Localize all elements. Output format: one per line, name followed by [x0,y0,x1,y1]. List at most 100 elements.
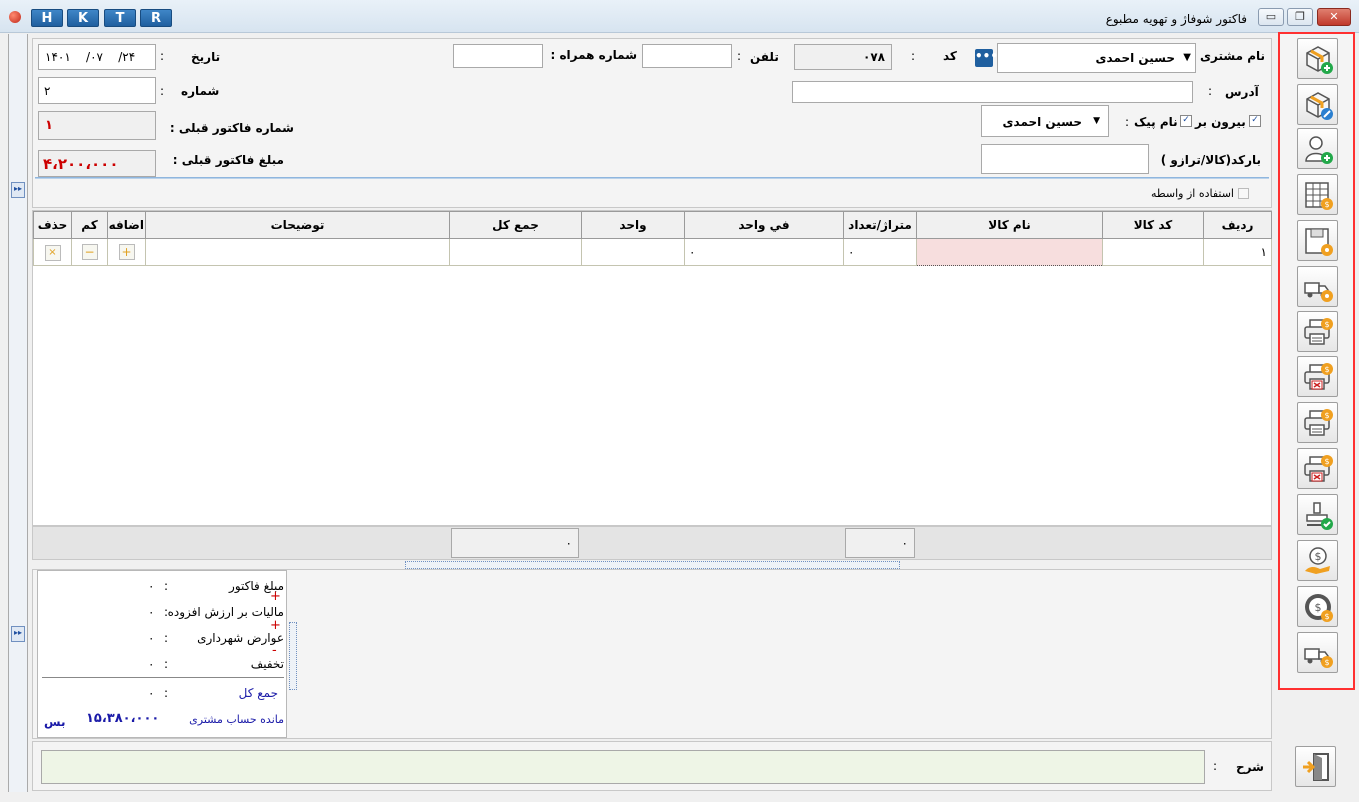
address-input[interactable] [792,81,1193,103]
intermediary-checkbox[interactable] [1238,188,1249,199]
balance-value: ۱۵،۳۸۰،۰۰۰ [86,711,160,726]
cell-unit-price[interactable]: ۰ [684,238,844,266]
description-input[interactable] [41,750,1205,784]
cell-row-no[interactable]: ۱ [1203,238,1272,266]
col-header-unit-price[interactable]: في واحد [684,211,844,239]
plus-icon[interactable]: + [118,244,135,260]
title-bar: H K T R فاکتور شوفاژ و تهویه مطبوع ▭ ❐ ✕ [0,0,1359,33]
grid-header-row: ردیف کد کالا نام کالا متراژ/تعداد في واح… [33,211,1272,239]
grand-total-value: ۰ [148,686,155,700]
mobile-input[interactable] [453,44,543,68]
col-header-delete[interactable]: حذف [33,211,72,239]
shortcut-h-button[interactable]: H [31,9,63,27]
maximize-button[interactable]: ❐ [1287,8,1313,26]
cell-minus: − [71,238,108,266]
summary-splitter[interactable] [289,622,297,690]
stamp-approve-button[interactable] [1297,494,1338,535]
intermediary-label: استفاده از واسطه [1150,187,1234,200]
print-invoice-alt-icon: $ [1304,409,1333,436]
col-header-row-no[interactable]: ردیف [1203,211,1272,239]
print-invoice-button[interactable]: $ [1297,311,1338,352]
print-cancel-icon: $ [1304,363,1333,390]
horizontal-splitter[interactable] [405,561,900,569]
barcode-label: بارکد(کالا/ترازو ) [1160,153,1261,167]
delete-x-icon[interactable]: × [44,244,61,261]
header-divider [35,177,1269,179]
edit-invoice-button[interactable] [1297,84,1338,125]
number-input[interactable]: ۲ [38,77,156,104]
footer-qty-field: ۰ [845,528,915,558]
new-invoice-button[interactable] [1297,38,1338,79]
courier-payment-button[interactable]: $ [1297,632,1338,673]
table-row[interactable]: ۱ ۰ ۰ + − × [33,238,1272,266]
splitter-grip-icon[interactable]: ▸▸ [11,182,25,198]
window-title: فاکتور شوفاژ و تهویه مطبوع [1105,12,1247,26]
municipal-label: عوارض شهرداری [197,631,284,645]
summary-invoice-amount: مبلغ فاکتور : ۰ [44,579,284,597]
barcode-input[interactable] [981,144,1149,174]
cell-desc[interactable] [145,238,450,266]
print-cancel-button[interactable]: $ [1297,356,1338,397]
grid-footer: ۰ ۰ [32,526,1272,560]
minimize-button[interactable]: ▭ [1258,8,1284,26]
invoice-list-button[interactable]: $ [1297,174,1338,215]
svg-text:$: $ [1324,365,1329,374]
cell-name[interactable] [916,238,1103,266]
summary-balance: مانده حساب مشتری ۱۵،۳۸۰،۰۰۰ بس [44,711,284,731]
app-icon [9,11,21,23]
phone-input[interactable] [642,44,732,68]
summary-divider [42,677,284,678]
col-header-code[interactable]: کد کالا [1102,211,1204,239]
shortcut-r-button[interactable]: R [140,9,172,27]
col-header-total[interactable]: جمع کل [449,211,582,239]
discount-label: تخفیف [250,657,284,671]
description-label: شرح [1236,760,1264,774]
footer-total-value: ۰ [565,536,572,550]
cell-unit[interactable] [581,238,685,266]
balance-status: بس [44,715,66,729]
phone-label: تلفن [750,50,779,64]
add-customer-button[interactable] [1297,128,1338,169]
invoice-list-icon: $ [1305,182,1333,210]
chevron-down-icon: ▼ [1093,116,1100,126]
minus-icon[interactable]: − [81,244,98,260]
prev-invoice-no-value: ۱ [45,118,53,133]
cell-qty[interactable]: ۰ [843,238,917,266]
summary-vat: مالیات بر ارزش افزوده : ۰ [44,605,284,623]
save-preview-button[interactable] [1297,220,1338,261]
customer-lookup-button[interactable]: ••• [975,49,998,67]
col-header-desc[interactable]: توضیحات [145,211,450,239]
col-header-name[interactable]: نام کالا [916,211,1103,239]
shortcut-t-button[interactable]: T [104,9,136,27]
courier-preview-button[interactable] [1297,266,1338,307]
splitter-grip-icon[interactable]: ▸▸ [11,626,25,642]
svg-text:$: $ [1324,612,1329,621]
cell-code[interactable] [1102,238,1204,266]
date-input[interactable]: ۱۴۰۱ /۰۷ /۲۴ [38,44,156,70]
close-button[interactable]: ✕ [1317,8,1351,26]
cell-total[interactable] [449,238,582,266]
number-label: شماره [181,84,220,98]
outside-label: بیرون بر [1195,115,1246,129]
payment-hand-button[interactable]: $ [1297,540,1338,581]
print-cancel-alt-button[interactable]: $ [1297,448,1338,489]
col-header-add[interactable]: اضافه [107,211,146,239]
print-cancel-alt-icon: $ [1304,455,1333,482]
col-header-unit[interactable]: واحد [581,211,685,239]
currency-exchange-button[interactable]: $ $ [1297,586,1338,627]
print-invoice-alt-button[interactable]: $ [1297,402,1338,443]
balance-label: مانده حساب مشتری [189,713,284,726]
col-header-minus[interactable]: کم [71,211,108,239]
courier-select[interactable]: حسین احمدی ▼ [981,105,1109,137]
outside-checkbox[interactable]: ✓ [1249,115,1261,127]
svg-text:$: $ [1315,601,1322,614]
shortcut-k-button[interactable]: K [67,9,99,27]
customer-name-label: نام مشتری : [1191,49,1265,63]
customer-name-select[interactable]: حسین احمدی ▼ [997,43,1196,73]
date-colon: : [160,49,165,63]
courier-checkbox[interactable]: ✓ [1180,115,1192,127]
exit-button[interactable] [1295,746,1336,787]
col-header-qty[interactable]: متراژ/تعداد [843,211,917,239]
left-splitter[interactable]: ▸▸ ▸▸ [8,34,28,792]
summary-panel: مبلغ فاکتور : ۰ + مالیات بر ارزش افزوده … [37,570,287,738]
